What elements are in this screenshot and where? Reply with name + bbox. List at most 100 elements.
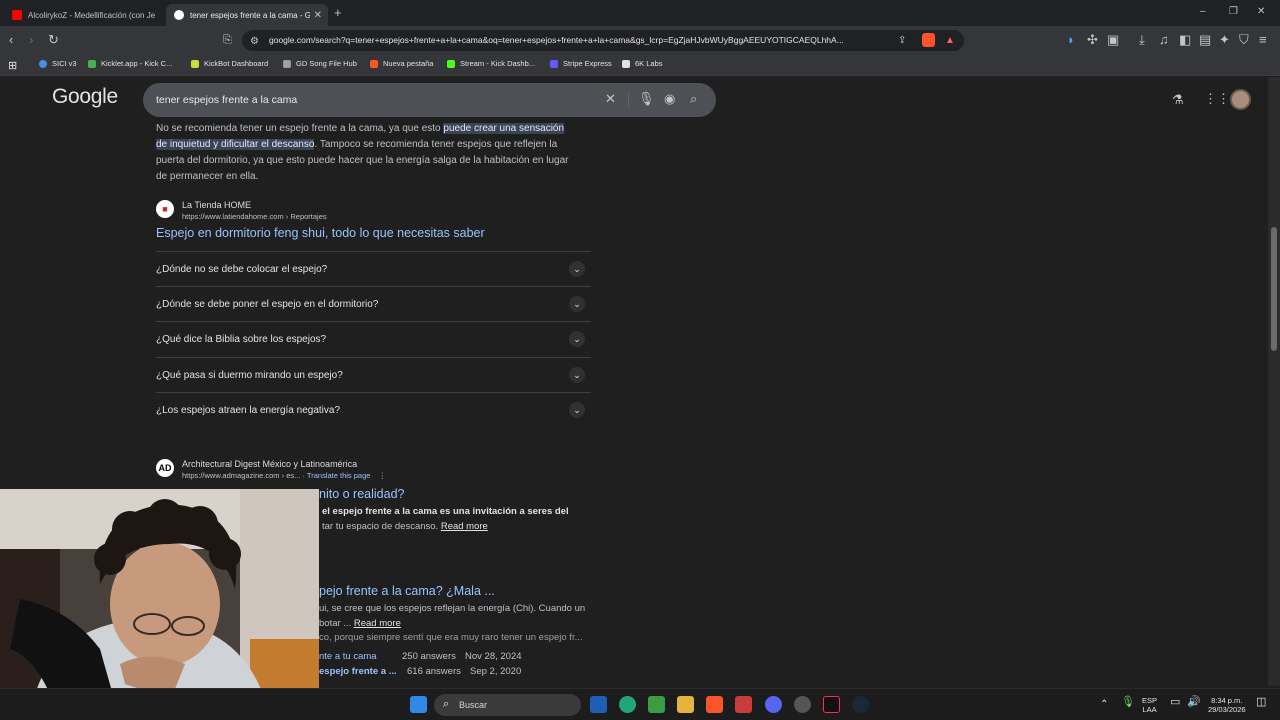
minimize-button[interactable]: –	[1200, 6, 1206, 17]
bookmark-icon[interactable]: ⎘	[223, 32, 232, 48]
bookmark-sici[interactable]: SICI v3	[39, 59, 77, 68]
bookmark-stripe[interactable]: Stripe Express	[550, 59, 612, 68]
download-icon[interactable]: ⤓	[1139, 32, 1145, 48]
bookmark-nueva-pestana[interactable]: Nueva pestaña	[370, 59, 433, 68]
avatar[interactable]	[1230, 89, 1251, 110]
discord-icon[interactable]	[765, 696, 782, 713]
vpn-icon[interactable]: ⛉	[1239, 32, 1249, 48]
leo-icon[interactable]: ◗	[1067, 32, 1075, 48]
bookmark-6k-labs[interactable]: 6K Labs	[622, 59, 663, 68]
youtube-icon	[12, 10, 22, 20]
apps-grid-icon[interactable]: ⊞	[8, 59, 17, 72]
read-more-link[interactable]: Read more	[441, 521, 488, 532]
read-more-link[interactable]: Read more	[354, 618, 401, 629]
clear-icon[interactable]: ✕	[605, 91, 616, 107]
network-icon[interactable]: ▭	[1170, 697, 1180, 708]
bookmark-kicklet[interactable]: Kicklet.app - Kick C...	[88, 59, 172, 68]
scrollbar-thumb[interactable]	[1271, 227, 1277, 351]
share-icon[interactable]: ⇪	[898, 33, 906, 49]
paa-item[interactable]: ¿Los espejos atraen la energía negativa?…	[156, 392, 591, 427]
lens-icon[interactable]: ◉	[664, 91, 675, 107]
volume-icon[interactable]: 🔊	[1187, 697, 1201, 708]
paa-item[interactable]: ¿Qué dice la Biblia sobre los espejos? ⌄	[156, 321, 591, 356]
bookmark-favicon	[191, 59, 199, 68]
bookmark-favicon	[370, 59, 378, 68]
menu-icon[interactable]: ≡	[1259, 32, 1267, 48]
tab-google-search[interactable]: tener espejos frente a la cama - Go ✕	[166, 4, 328, 26]
wallet2-icon[interactable]: ▤	[1199, 32, 1211, 48]
new-tab-button[interactable]: +	[334, 5, 342, 20]
bookmark-kickbot[interactable]: KickBot Dashboard	[191, 59, 268, 68]
bookmark-favicon	[283, 59, 291, 68]
site-favicon: ■	[156, 200, 174, 218]
edge-icon[interactable]	[619, 696, 636, 713]
translate-link[interactable]: Translate this page	[307, 471, 371, 480]
bookmarks-bar: ⊞ SICI v3 Kicklet.app - Kick C... KickBo…	[0, 54, 1280, 76]
labs-icon[interactable]: ⚗	[1172, 92, 1184, 108]
result-title-link[interactable]: nito o realidad?	[319, 487, 404, 501]
google-logo[interactable]: Google	[52, 85, 118, 109]
address-bar[interactable]: ⚙ google.com/search?q=tener+espejos+fren…	[242, 30, 964, 51]
search-box[interactable]: tener espejos frente a la cama ✕ 🎙 ◉ ⌕	[143, 83, 716, 117]
mic-icon[interactable]: 🎙	[638, 91, 655, 107]
tab-youtube[interactable]: AlcolirykoZ - Medellificación (con Je	[4, 4, 164, 26]
paa-item[interactable]: ¿Qué pasa si duermo mirando un espejo? ⌄	[156, 357, 591, 392]
reload-icon[interactable]: ↻	[48, 32, 59, 48]
browser-toolbar: ‹ › ↻ ⎘ ⚙ google.com/search?q=tener+espe…	[0, 26, 1280, 54]
paa-item[interactable]: ¿Dónde se debe poner el espejo en el dor…	[156, 286, 591, 321]
url-text: google.com/search?q=tener+espejos+frente…	[269, 35, 844, 45]
bookmark-favicon	[88, 59, 96, 68]
result-title-link[interactable]: pejo frente a la cama? ¿Mala ...	[319, 584, 495, 598]
paa-item[interactable]: ¿Dónde no se debe colocar el espejo? ⌄	[156, 251, 591, 286]
extensions-icon[interactable]: ✣	[1087, 32, 1098, 48]
close-window-button[interactable]: ✕	[1257, 6, 1265, 17]
page-scrollbar[interactable]	[1268, 77, 1280, 686]
brave-icon[interactable]	[706, 696, 723, 713]
windows-taskbar: ⌕ Buscar ⌃ 🎙 ESP LAA ▭ 🔊 8:34 p.m. 29/03/2…	[0, 688, 1280, 720]
folder-icon[interactable]	[677, 696, 694, 713]
more-options-icon[interactable]: ⋮	[379, 471, 387, 480]
bookmark-stream-kick[interactable]: Stream - Kick Dashb...	[447, 59, 535, 68]
mic-tray-icon[interactable]: 🎙	[1121, 697, 1135, 708]
sidebar-icon[interactable]: ◧	[1179, 32, 1191, 48]
language-indicator[interactable]: ESP LAA	[1142, 696, 1157, 714]
result-title-link[interactable]: Espejo en dormitorio feng shui, todo lo …	[156, 226, 485, 240]
chevron-down-icon: ⌄	[569, 402, 585, 418]
result-source[interactable]: ■ La Tienda HOME https://www.latiendahom…	[156, 200, 327, 223]
bookmark-favicon	[622, 59, 630, 68]
search-input[interactable]: tener espejos frente a la cama	[156, 94, 297, 106]
google-icon	[174, 10, 184, 20]
forward-icon[interactable]: ›	[29, 32, 33, 48]
tiktok-icon[interactable]	[823, 696, 840, 713]
chevron-down-icon: ⌄	[569, 331, 585, 347]
site-info-icon[interactable]: ⚙	[250, 34, 259, 50]
wallet-icon[interactable]: ▣	[1107, 32, 1119, 48]
forum-row[interactable]: nte a tu cama 250 answers Nov 28, 2024	[319, 651, 522, 662]
steam-icon[interactable]	[852, 696, 869, 713]
search-icon: ⌕	[443, 698, 450, 710]
close-tab-icon[interactable]: ✕	[314, 10, 322, 21]
app-icon[interactable]	[590, 696, 607, 713]
clock[interactable]: 8:34 p.m. 29/03/2026	[1208, 696, 1246, 714]
site-favicon: AD	[156, 459, 174, 477]
ai-icon[interactable]: ✦	[1219, 32, 1230, 48]
app-icon[interactable]	[735, 696, 752, 713]
apps-icon[interactable]: ⋮⋮	[1204, 91, 1230, 107]
media-icon[interactable]: ♫	[1159, 32, 1169, 48]
search-icon[interactable]: ⌕	[690, 91, 697, 107]
notification-icon[interactable]: ◫	[1256, 697, 1266, 708]
rewards-icon[interactable]: ▲	[945, 33, 955, 49]
brave-shield-icon[interactable]	[922, 33, 935, 47]
back-icon[interactable]: ‹	[9, 32, 13, 48]
chevron-down-icon: ⌄	[569, 296, 585, 312]
result-source[interactable]: AD Architectural Digest México y Latinoa…	[156, 459, 386, 482]
app-icon[interactable]	[794, 696, 811, 713]
forum-row[interactable]: espejo frente a ... 616 answers Sep 2, 202…	[319, 666, 521, 677]
tray-chevron-icon[interactable]: ⌃	[1100, 700, 1108, 710]
taskbar-search[interactable]: ⌕ Buscar	[434, 694, 581, 716]
start-icon[interactable]	[410, 696, 427, 713]
store-icon[interactable]	[648, 696, 665, 713]
webcam-image	[0, 489, 319, 720]
bookmark-gd-song[interactable]: GD Song File Hub	[283, 59, 357, 68]
maximize-button[interactable]: ❐	[1229, 6, 1238, 17]
